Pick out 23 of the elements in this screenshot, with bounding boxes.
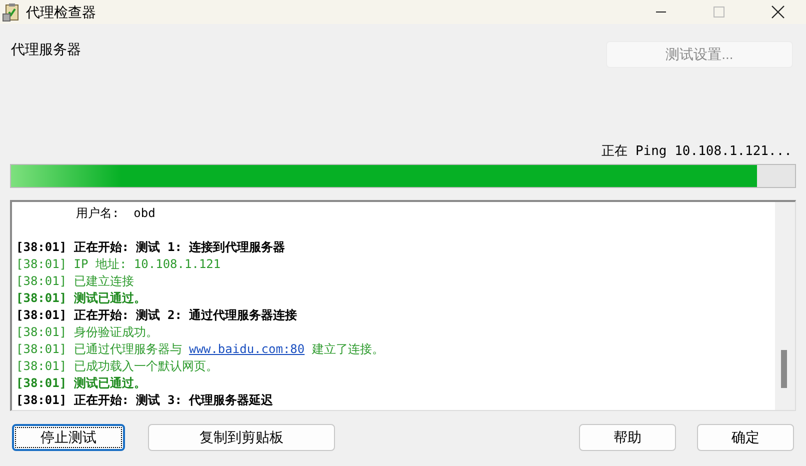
log-line: [38:01] 测试已通过。	[16, 374, 146, 392]
log-line: 用户名: obd	[75, 204, 156, 222]
section-label: 代理服务器	[11, 40, 81, 59]
scrollbar-thumb[interactable]	[781, 350, 787, 388]
dialog-button[interactable]: 帮助	[579, 424, 676, 450]
log-line: [38:01] 正在开始: 测试 3: 代理服务器延迟	[16, 392, 274, 408]
maximize-icon[interactable]	[713, 6, 725, 18]
log-line: [38:01] 已成功载入一个默认网页。	[16, 358, 218, 374]
log-line: [38:01] IP 地址: 10.108.1.121	[16, 256, 221, 272]
log-line: [38:01] 正在开始: 测试 2: 通过代理服务器连接	[16, 306, 298, 324]
dialog-button[interactable]: 停止测试	[12, 424, 125, 450]
status-text: 正在 Ping 10.108.1.121...	[602, 143, 792, 161]
close-icon[interactable]	[771, 5, 785, 19]
log-line: [38:01] 正在开始: 测试 1: 连接到代理服务器	[16, 238, 286, 256]
log-line: [38:01] 身份验证成功。	[16, 324, 158, 340]
scrollbar[interactable]	[775, 202, 795, 410]
dialog-button[interactable]: 复制到剪贴板	[148, 424, 335, 450]
log-line: [38:01] 测试已通过。	[16, 290, 146, 306]
window-title: 代理检查器	[26, 2, 96, 22]
log-line: [38:01] 已建立连接	[16, 272, 134, 290]
link[interactable]: www.baidu.com:80	[189, 342, 305, 356]
dialog-button[interactable]: 确定	[697, 424, 794, 450]
log-line: [38:01] 已通过代理服务器与 www.baidu.com:80 建立了连接。	[16, 340, 384, 358]
